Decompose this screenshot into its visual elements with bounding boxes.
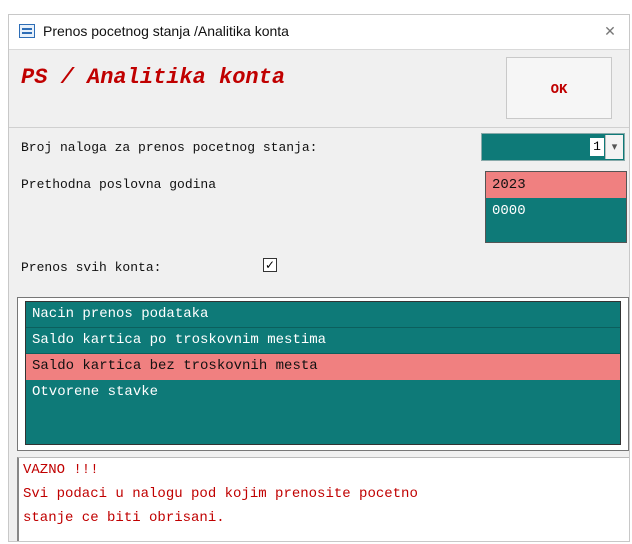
chevron-down-icon[interactable]: ▾ [605,135,623,159]
page-title: PS / Analitika konta [21,65,286,90]
transfer-method-group: Nacin prenos podataka Saldo kartica po t… [17,297,629,451]
list-item-year-0000[interactable]: 0000 [486,198,626,224]
broj-naloga-value: 1 [590,138,604,156]
prenos-svih-checkbox[interactable]: ✓ [263,258,277,272]
close-button[interactable]: ✕ [599,21,621,41]
list-header: Nacin prenos podataka [26,302,620,328]
warning-text-line1: Svi podaci u nalogu pod kojim prenosite … [23,486,418,502]
list-item-method-bez-mesta[interactable]: Saldo kartica bez troskovnih mesta [26,354,620,380]
warning-text-line2: stanje ce biti obrisani. [23,510,225,526]
year-list[interactable]: 2023 0000 [485,171,627,243]
list-item-method-po-mestima[interactable]: Saldo kartica po troskovnim mestima [26,328,620,354]
ok-button[interactable]: OK [506,57,612,119]
transfer-method-list[interactable]: Nacin prenos podataka Saldo kartica po t… [25,301,621,445]
dialog-window: Prenos pocetnog stanja /Analitika konta … [8,14,630,542]
broj-naloga-dropdown[interactable]: 1 ▾ [481,133,625,161]
title-bar: Prenos pocetnog stanja /Analitika konta … [9,15,629,50]
list-item-year-2023[interactable]: 2023 [486,172,626,198]
prethodna-godina-label: Prethodna poslovna godina [21,177,217,192]
warning-heading: VAZNO !!! [23,462,99,478]
divider [9,127,629,128]
form-icon [19,24,35,38]
list-item-method-otvorene-stavke[interactable]: Otvorene stavke [26,380,620,405]
warning-box: VAZNO !!! Svi podaci u nalogu pod kojim … [17,457,629,541]
prenos-svih-label: Prenos svih konta: [21,260,162,275]
window-title: Prenos pocetnog stanja /Analitika konta [43,23,289,39]
broj-naloga-label: Broj naloga za prenos pocetnog stanja: [21,140,318,155]
check-icon: ✓ [264,258,276,272]
